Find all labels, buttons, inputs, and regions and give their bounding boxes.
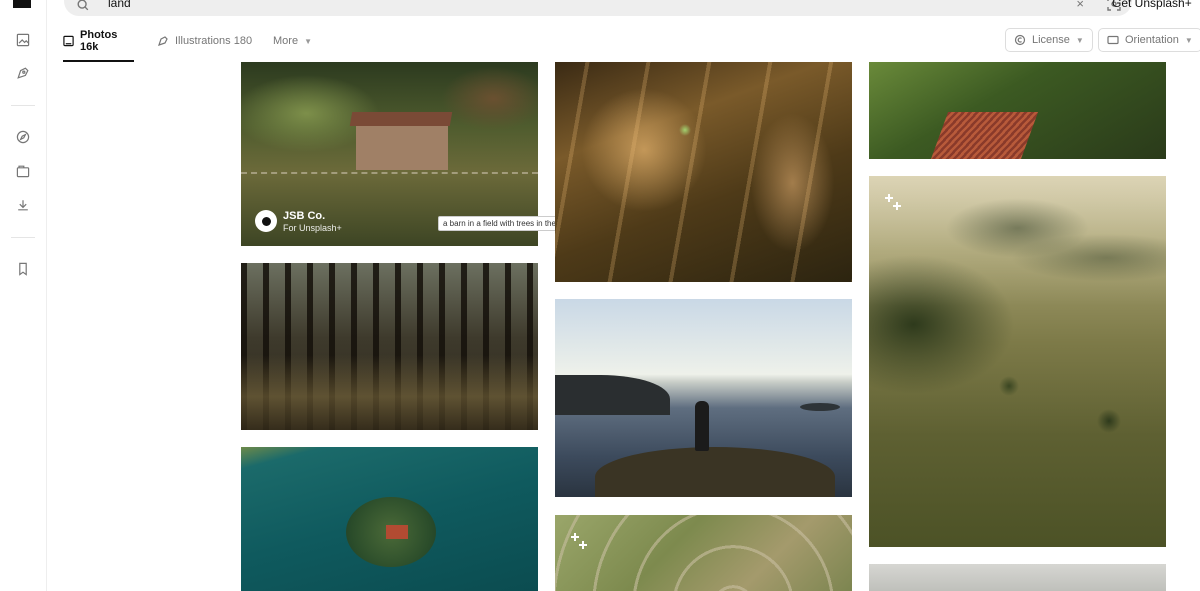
photo-pine-forest[interactable] (241, 263, 538, 430)
orientation-filter[interactable]: Orientation ▼ (1098, 28, 1200, 52)
unsplash-logo[interactable] (13, 0, 31, 8)
search-icon (77, 0, 89, 11)
photo-aerial-river[interactable] (555, 515, 852, 591)
image-icon (63, 35, 74, 47)
license-icon (1014, 34, 1026, 46)
bookmark-icon[interactable] (13, 259, 33, 279)
barn-roof-shape (349, 112, 453, 126)
pen-tool-icon[interactable] (13, 63, 33, 83)
divider (11, 237, 35, 238)
left-sidebar (0, 0, 47, 591)
photo-cliff-sea[interactable] (555, 299, 852, 497)
orientation-icon (1107, 35, 1119, 45)
license-label: License (1032, 34, 1070, 46)
islet-shape (800, 403, 840, 411)
chevron-down-icon: ▼ (1075, 35, 1084, 45)
photo-island-lake[interactable] (241, 447, 538, 591)
download-icon[interactable] (13, 195, 33, 215)
house-roof-shape (386, 525, 408, 539)
photo-misty-landscape[interactable] (869, 176, 1166, 547)
author-sub: For Unsplash+ (283, 223, 342, 233)
chevron-down-icon: ▼ (304, 36, 312, 46)
tab-illustrations-label: Illustrations 180 (175, 35, 253, 47)
avatar[interactable] (255, 210, 277, 232)
tab-photos[interactable]: Photos 16k (63, 20, 134, 62)
clear-search-icon[interactable]: × (1076, 0, 1084, 11)
barn-shape (356, 122, 448, 170)
photo-foggy[interactable] (869, 564, 1166, 591)
get-unsplash-plus-link[interactable]: Get Unsplash+ (1112, 0, 1192, 10)
tab-illustrations[interactable]: Illustrations 180 (157, 20, 252, 62)
pen-tool-icon (158, 36, 168, 46)
search-input[interactable] (108, 0, 1008, 10)
image-icon[interactable] (13, 30, 33, 50)
field-shape (929, 112, 1039, 159)
fence-shape (241, 172, 538, 180)
unsplash-plus-icon (885, 194, 901, 210)
top-bar: × Get Unsplash+ (46, 0, 1200, 20)
search-bar[interactable]: × (64, 0, 1132, 16)
tab-bar: Photos 16k Illustrations 180 More ▼ Lice… (46, 20, 1200, 62)
author-name[interactable]: JSB Co. (283, 210, 342, 222)
orientation-label: Orientation (1125, 34, 1179, 46)
person-silhouette (695, 401, 709, 451)
author-info[interactable]: JSB Co. For Unsplash+ (283, 210, 342, 234)
photo-aerial-farmland[interactable] (869, 62, 1166, 159)
divider (11, 105, 35, 106)
unsplash-plus-icon (571, 533, 587, 549)
chevron-down-icon: ▼ (1184, 35, 1193, 45)
tab-more-label: More (273, 35, 299, 47)
photo-golden-grass[interactable] (555, 62, 852, 282)
license-filter[interactable]: License ▼ (1005, 28, 1093, 52)
compass-icon[interactable] (13, 127, 33, 147)
collections-icon[interactable] (13, 161, 33, 181)
tab-photos-label: Photos 16k (80, 29, 118, 53)
tab-more[interactable]: More ▼ (273, 20, 312, 62)
